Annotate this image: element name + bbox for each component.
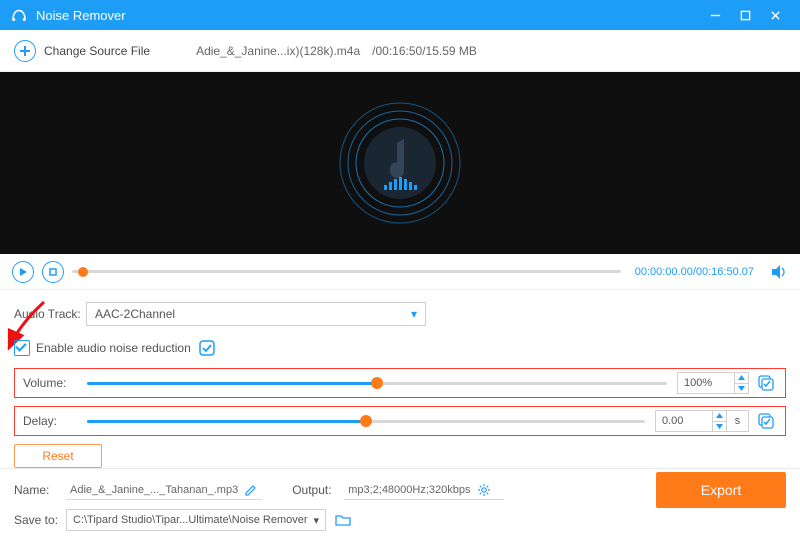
delay-label: Delay:	[23, 414, 87, 428]
volume-icon[interactable]	[770, 263, 788, 281]
app-logo-icon	[10, 6, 28, 24]
output-field: mp3;2;48000Hz;320kbps	[344, 481, 504, 500]
enable-noise-label: Enable audio noise reduction	[36, 341, 191, 355]
volume-value-field[interactable]: 100%	[677, 372, 735, 394]
delay-step-down[interactable]	[713, 422, 726, 432]
maximize-button[interactable]	[730, 0, 760, 30]
name-field: Adie_&_Janine_..._Tahanan_.mp3	[66, 481, 262, 500]
name-label: Name:	[14, 483, 66, 497]
delay-stepper[interactable]	[713, 410, 727, 432]
volume-row: Volume: 100%	[14, 368, 786, 398]
delay-slider[interactable]	[87, 420, 645, 423]
seek-slider[interactable]	[72, 270, 621, 273]
save-path-value: C:\Tipard Studio\Tipar...Ultimate\Noise …	[73, 514, 308, 526]
volume-label: Volume:	[23, 376, 87, 390]
delay-row: Delay: 0.00 s	[14, 406, 786, 436]
volume-slider[interactable]	[87, 382, 667, 385]
audio-track-select[interactable]: AAC-2Channel ▾	[86, 302, 426, 326]
delay-value-field[interactable]: 0.00	[655, 410, 713, 432]
volume-step-up[interactable]	[735, 373, 748, 384]
window-title: Noise Remover	[36, 8, 700, 23]
change-source-button[interactable]: Change Source File	[44, 44, 150, 58]
minimize-button[interactable]	[700, 0, 730, 30]
preview-area	[0, 72, 800, 254]
delay-apply-all-icon[interactable]	[755, 410, 777, 432]
stop-button[interactable]	[42, 261, 64, 283]
delay-step-up[interactable]	[713, 411, 726, 422]
output-label: Output:	[292, 483, 344, 497]
delay-slider-fill	[87, 420, 366, 423]
volume-stepper[interactable]	[735, 372, 749, 394]
chevron-down-icon: ▾	[411, 307, 417, 321]
output-settings-icon[interactable]	[477, 483, 491, 497]
apply-noise-icon[interactable]	[199, 340, 215, 356]
output-row: Name: Adie_&_Janine_..._Tahanan_.mp3 Out…	[14, 477, 786, 503]
volume-slider-fill	[87, 382, 377, 385]
footer: Name: Adie_&_Janine_..._Tahanan_.mp3 Out…	[0, 468, 800, 545]
enable-noise-row: Enable audio noise reduction	[14, 334, 786, 362]
output-value: mp3;2;48000Hz;320kbps	[348, 484, 470, 496]
close-button[interactable]	[760, 0, 790, 30]
play-button[interactable]	[12, 261, 34, 283]
save-path-select[interactable]: C:\Tipard Studio\Tipar...Ultimate\Noise …	[66, 509, 326, 531]
delay-unit: s	[727, 410, 749, 432]
change-source-icon[interactable]	[14, 40, 36, 62]
volume-slider-thumb[interactable]	[371, 377, 383, 389]
enable-noise-checkbox[interactable]	[14, 340, 30, 356]
controls-panel: Audio Track: AAC-2Channel ▾ Enable audio…	[0, 290, 800, 468]
source-toolbar: Change Source File Adie_&_Janine...ix)(1…	[0, 30, 800, 72]
chevron-down-icon: ▾	[313, 514, 319, 527]
playback-bar: 00:00:00.00/00:16:50.07	[0, 254, 800, 290]
volume-step-down[interactable]	[735, 384, 748, 394]
edit-name-icon[interactable]	[244, 483, 258, 497]
seek-thumb[interactable]	[78, 267, 88, 277]
export-button[interactable]: Export	[656, 472, 786, 508]
save-label: Save to:	[14, 513, 66, 527]
audio-track-label: Audio Track:	[14, 307, 86, 321]
delay-slider-thumb[interactable]	[360, 415, 372, 427]
reset-button[interactable]: Reset	[14, 444, 102, 468]
open-folder-icon[interactable]	[332, 509, 354, 531]
source-duration-size: /00:16:50/15.59 MB	[372, 44, 477, 58]
name-value: Adie_&_Janine_..._Tahanan_.mp3	[70, 484, 238, 496]
volume-apply-all-icon[interactable]	[755, 372, 777, 394]
titlebar: Noise Remover	[0, 0, 800, 30]
audio-track-row: Audio Track: AAC-2Channel ▾	[14, 300, 786, 328]
source-filename: Adie_&_Janine...ix)(128k).m4a	[196, 44, 360, 58]
audio-visual-icon	[330, 93, 470, 233]
time-readout: 00:00:00.00/00:16:50.07	[635, 266, 754, 278]
audio-track-value: AAC-2Channel	[95, 307, 175, 321]
save-row: Save to: C:\Tipard Studio\Tipar...Ultima…	[14, 507, 786, 533]
